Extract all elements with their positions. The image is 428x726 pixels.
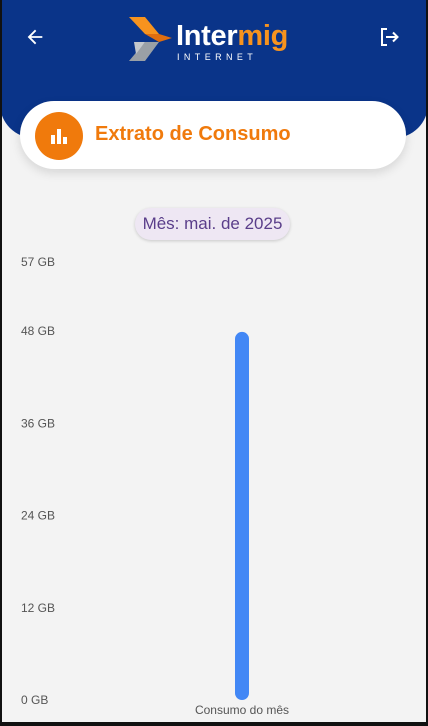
arrow-left-icon: [27, 29, 43, 45]
y-tick-label: 36 GB: [21, 416, 55, 430]
logo-word-mig: mig: [237, 20, 289, 52]
page-title: Extrato de Consumo: [95, 123, 291, 145]
back-button[interactable]: [20, 22, 50, 52]
logo-tagline: INTERNET: [177, 52, 258, 62]
x-category-label: Consumo do mês: [195, 703, 289, 717]
consumption-chart: 57 GB 48 GB 36 GB 24 GB 12 GB 0 GB Consumo do …: [21, 255, 289, 717]
logo-mark-icon: [129, 17, 172, 61]
logo-wordmark: Intermig: [176, 20, 288, 52]
window-frame-left: [0, 0, 2, 726]
intermig-logo: Intermig INTERNET: [128, 16, 304, 66]
consumption-bar[interactable]: [235, 331, 249, 700]
month-selector-chip[interactable]: Mês: mai. de 2025: [135, 208, 290, 240]
logout-button[interactable]: [374, 22, 404, 52]
y-tick-label: 48 GB: [21, 324, 55, 338]
y-tick-label: 24 GB: [21, 509, 55, 523]
y-tick-label: 0 GB: [21, 693, 48, 707]
y-tick-label: 57 GB: [21, 255, 55, 269]
title-card: Extrato de Consumo: [20, 101, 406, 169]
logout-icon: [381, 28, 399, 46]
title-icon-circle: [35, 112, 83, 160]
y-tick-label: 12 GB: [21, 601, 55, 615]
window-frame-bottom: [0, 722, 428, 726]
bar-chart-icon: [51, 129, 67, 144]
logo-word-inter: Inter: [176, 20, 238, 52]
